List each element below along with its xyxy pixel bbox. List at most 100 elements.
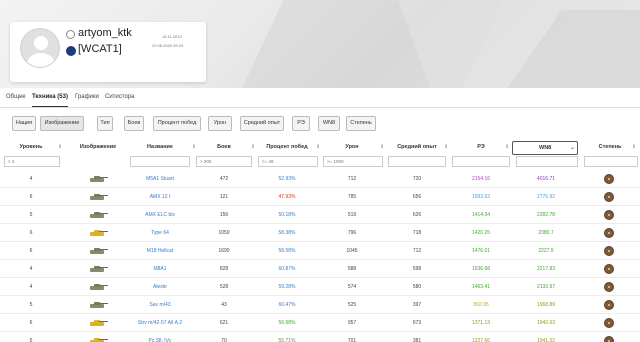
sort-icon[interactable]: ⇕ xyxy=(380,144,384,150)
toggle-winrate-button[interactable]: Процент побед xyxy=(153,116,201,131)
header-mastery[interactable]: Степень xyxy=(590,144,630,150)
profile-card: artyom_ktk [WCAT1] 16.11.2013 29.08.2020… xyxy=(10,22,206,82)
sort-icon[interactable]: ⇕ xyxy=(192,144,196,150)
cell-winrate: 55.71% xyxy=(278,338,296,342)
cell-name[interactable]: M8A1 xyxy=(130,266,190,272)
toggle-wn8-button[interactable]: WN8 xyxy=(318,116,340,131)
cell-avg-exp: 720 xyxy=(412,176,422,182)
header-level[interactable]: Уровень xyxy=(8,144,54,150)
cell-re: 1227.66 xyxy=(471,338,491,342)
wn8-column-select[interactable]: WN8 ⌄ xyxy=(512,141,578,155)
table-row[interactable]: 6 Strv m/42-57 Alt A.2 621 56.68% 957 67… xyxy=(0,314,640,332)
toggle-image-button[interactable]: Изображение xyxy=(40,116,84,131)
cell-name[interactable]: AMX ELC bis xyxy=(130,212,190,218)
filter-inputs-row: > 4 > 200 >= 49 >= 1000 xyxy=(0,156,640,168)
table-row[interactable]: 6 M18 Hellcat 1690 58.58% 1045 712 1476.… xyxy=(0,242,640,260)
header-re[interactable]: РЭ xyxy=(452,144,510,150)
tab-vehicles[interactable]: Техника (53) xyxy=(32,94,68,107)
tank-gun xyxy=(99,285,108,286)
cell-name[interactable]: Strv m/42-57 Alt A.2 xyxy=(130,320,190,326)
cell-name[interactable]: Sav m/43 xyxy=(130,302,190,308)
mastery-filter-input[interactable] xyxy=(584,156,638,167)
cell-wn8: 4016.71 xyxy=(536,176,556,182)
toggle-type-button[interactable]: Тип xyxy=(97,116,113,131)
tank-gun xyxy=(99,213,108,214)
cell-name[interactable]: M18 Hellcat xyxy=(130,248,190,254)
cell-re: 1593.63 xyxy=(471,194,491,200)
avatar-head xyxy=(34,36,48,50)
cell-name[interactable]: AMX 12 t xyxy=(130,194,190,200)
damage-filter-input[interactable]: >= 1000 xyxy=(323,156,383,167)
tab-sitistora[interactable]: Ситистора xyxy=(105,94,134,100)
table-row[interactable]: 4 Aleste 528 59.28% 574 580 1463.41 2133… xyxy=(0,278,640,296)
cell-name[interactable]: Pz.Sfl. IVc xyxy=(130,338,190,342)
clan-tag[interactable]: [WCAT1] xyxy=(78,43,122,55)
cell-damage: 588 xyxy=(347,266,357,272)
cell-wn8: 1968.89 xyxy=(536,302,556,308)
tab-charts[interactable]: Графики xyxy=(75,94,99,100)
mastery-badge-icon xyxy=(604,246,614,256)
sort-icon[interactable]: ⇕ xyxy=(444,144,448,150)
tank-image-icon xyxy=(86,337,110,342)
battles-filter-input[interactable]: > 200 xyxy=(196,156,252,167)
cell-winrate: 56.68% xyxy=(278,320,296,326)
wn8-filter-input[interactable] xyxy=(516,156,578,167)
header-winrate[interactable]: Процент побед xyxy=(255,144,319,150)
last-battle-date: 29.08.2020 09:24 xyxy=(152,43,184,48)
toggle-nation-button[interactable]: Нация xyxy=(12,116,36,131)
toggle-avg-exp-button[interactable]: Средний опыт xyxy=(240,116,284,131)
toggle-battles-button[interactable]: Боев xyxy=(124,116,144,131)
cell-name[interactable]: M5A1 Stuart xyxy=(130,176,190,182)
toggle-damage-button[interactable]: Урон xyxy=(208,116,232,131)
cell-level: 6 xyxy=(29,230,33,236)
tab-general[interactable]: Общее xyxy=(6,94,26,100)
sort-icon[interactable]: ⇕ xyxy=(58,144,62,150)
re-filter-input[interactable] xyxy=(452,156,510,167)
header-damage[interactable]: Урон xyxy=(322,144,382,150)
winrate-filter-input[interactable]: >= 49 xyxy=(258,156,318,167)
avg-exp-filter-input[interactable] xyxy=(388,156,446,167)
sort-icon[interactable]: ⇕ xyxy=(505,144,509,150)
cell-damage: 796 xyxy=(347,230,357,236)
cell-level: 4 xyxy=(29,176,33,182)
cell-level: 5 xyxy=(29,302,33,308)
cell-battles: 156 xyxy=(219,212,229,218)
header-name[interactable]: Название xyxy=(130,144,190,150)
cell-damage: 525 xyxy=(347,302,357,308)
toggle-re-button[interactable]: РЭ xyxy=(292,116,310,131)
header-battles[interactable]: Боев xyxy=(200,144,248,150)
tank-image-icon xyxy=(86,229,110,237)
cell-level: 6 xyxy=(29,320,33,326)
toggle-mastery-button[interactable]: Степень xyxy=(346,116,376,131)
sort-icon[interactable]: ⇕ xyxy=(316,144,320,150)
table-row[interactable]: 6 Type 64 1050 58.38% 796 718 1420.25 23… xyxy=(0,224,640,242)
sort-icon[interactable]: ⇕ xyxy=(632,144,636,150)
mastery-badge-icon xyxy=(604,210,614,220)
mastery-badge-icon xyxy=(604,174,614,184)
table-row[interactable]: 5 Pz.Sfl. IVc 70 55.71% 701 381 1227.66 … xyxy=(0,332,640,342)
player-nickname[interactable]: artyom_ktk xyxy=(78,27,132,39)
cell-re: 1420.25 xyxy=(471,230,491,236)
cell-level: 5 xyxy=(29,338,33,342)
cell-avg-exp: 598 xyxy=(412,266,422,272)
cell-re: 1414.34 xyxy=(471,212,491,218)
table-row[interactable]: 4 M5A1 Stuart 472 52.93% 712 720 2154.16… xyxy=(0,170,640,188)
header-avg-exp[interactable]: Средний опыт xyxy=(386,144,448,150)
cell-name[interactable]: Aleste xyxy=(130,284,190,290)
cell-damage: 574 xyxy=(347,284,357,290)
cell-winrate: 58.58% xyxy=(278,248,296,254)
mastery-badge-icon xyxy=(604,318,614,328)
table-row[interactable]: 6 AMX 12 t 121 47.93% 785 656 1593.63 27… xyxy=(0,188,640,206)
cell-battles: 43 xyxy=(221,302,227,308)
table-row[interactable]: 5 AMX ELC bis 156 50.18% 519 626 1414.34… xyxy=(0,206,640,224)
cell-name[interactable]: Type 64 xyxy=(130,230,190,236)
table-row[interactable]: 5 Sav m/43 43 60.47% 525 397 892.05 1968… xyxy=(0,296,640,314)
name-filter-input[interactable] xyxy=(130,156,190,167)
cell-battles: 621 xyxy=(219,320,229,326)
cell-battles: 121 xyxy=(219,194,229,200)
cell-damage: 712 xyxy=(347,176,357,182)
table-row[interactable]: 4 M8A1 828 60.87% 588 598 1536.68 2217.8… xyxy=(0,260,640,278)
wn8-select-label: WN8 xyxy=(539,145,552,151)
level-filter-input[interactable]: > 4 xyxy=(4,156,60,167)
registration-date: 16.11.2013 xyxy=(162,34,182,39)
